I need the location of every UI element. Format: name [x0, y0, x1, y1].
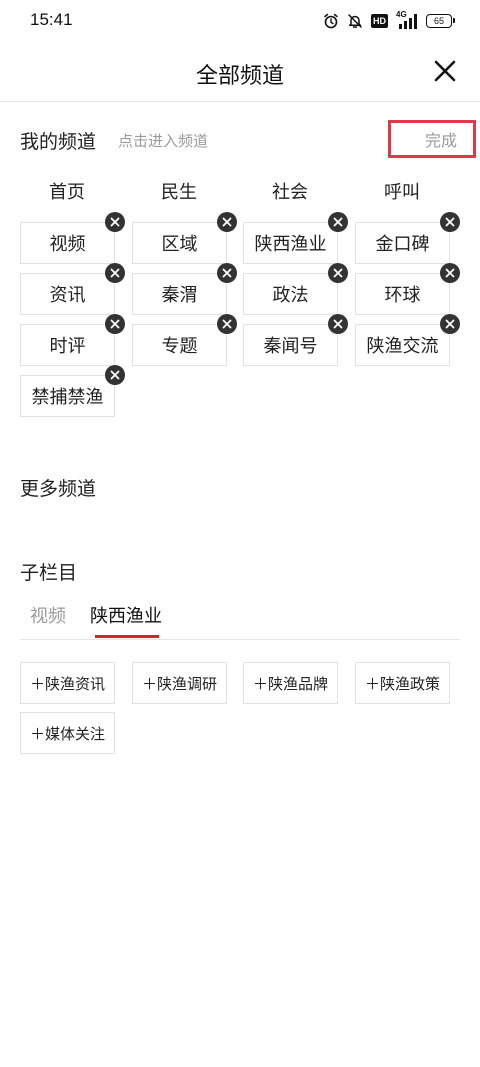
channel-chip[interactable]: 秦闻号: [243, 314, 348, 366]
channel-chip-label: 禁捕禁渔: [31, 387, 104, 408]
channel-chip-label: 资讯: [49, 285, 86, 306]
done-button-label: 完成: [424, 131, 457, 150]
add-sub-column-button[interactable]: ＋陕渔政策: [355, 662, 450, 704]
close-icon: [333, 268, 343, 278]
remove-channel-button[interactable]: [105, 365, 125, 385]
channel-chip[interactable]: 专题: [132, 314, 237, 366]
network-type-label: 4G: [396, 10, 407, 19]
close-icon: [110, 268, 120, 278]
remove-channel-button[interactable]: [105, 212, 125, 232]
channel-chip[interactable]: 金口碑: [355, 212, 460, 264]
status-icons: HD 4G 65: [323, 10, 455, 31]
channel-chip-label: 金口碑: [375, 234, 430, 255]
remove-channel-button[interactable]: [105, 314, 125, 334]
my-channels-hint: 点击进入频道: [118, 132, 209, 150]
close-icon: [333, 319, 343, 329]
fixed-channel-item[interactable]: 呼叫: [355, 178, 449, 204]
add-sub-column-button[interactable]: ＋媒体关注: [20, 712, 115, 754]
fixed-channels: 首页 民生 社会 呼叫: [20, 178, 460, 208]
status-time: 15:41: [30, 10, 73, 29]
remove-channel-button[interactable]: [217, 314, 237, 334]
channel-chip-label: 环球: [384, 285, 421, 306]
channel-chip-label: 秦闻号: [263, 336, 318, 357]
add-sub-column-button[interactable]: ＋陕渔调研: [132, 662, 227, 704]
channel-chip[interactable]: 秦渭: [132, 263, 237, 315]
done-button[interactable]: 完成: [388, 120, 476, 158]
close-icon: [110, 319, 120, 329]
close-icon: [434, 60, 456, 82]
tab-video[interactable]: 视频: [30, 602, 66, 628]
active-tab-indicator: [95, 635, 159, 638]
bell-mute-icon: [348, 14, 362, 28]
close-icon: [222, 319, 232, 329]
fixed-channel-item[interactable]: 首页: [20, 178, 114, 204]
channel-chip-label: 秦渭: [161, 285, 198, 306]
channel-chip[interactable]: 视频: [20, 212, 125, 264]
channel-chip[interactable]: 区域: [132, 212, 237, 264]
close-icon: [445, 268, 455, 278]
add-sub-column-button[interactable]: ＋陕渔资讯: [20, 662, 115, 704]
channel-chip-label: 视频: [49, 234, 86, 255]
battery-level: 65: [433, 16, 444, 26]
tab-shaanxi-fishery[interactable]: 陕西渔业: [90, 602, 162, 628]
close-icon: [110, 370, 120, 380]
close-icon: [445, 319, 455, 329]
close-icon: [222, 217, 232, 227]
battery-icon: 65: [426, 14, 455, 28]
fixed-channel-item[interactable]: 民生: [132, 178, 226, 204]
signal-icon: 4G: [396, 10, 418, 29]
close-icon: [222, 268, 232, 278]
remove-channel-button[interactable]: [440, 212, 460, 232]
channel-chip-label: 陕渔交流: [366, 336, 439, 357]
status-bar: 15:41 HD 4G 65: [0, 0, 480, 42]
channel-chip-label: 政法: [272, 285, 309, 306]
channel-chip[interactable]: 环球: [355, 263, 460, 315]
channel-chip[interactable]: 陕渔交流: [355, 314, 460, 366]
hd-badge: HD: [371, 14, 388, 28]
close-icon: [110, 217, 120, 227]
close-icon: [333, 217, 343, 227]
fixed-channel-item[interactable]: 社会: [243, 178, 337, 204]
channel-chip[interactable]: 资讯: [20, 263, 125, 315]
remove-channel-button[interactable]: [328, 263, 348, 283]
channel-chip[interactable]: 时评: [20, 314, 125, 366]
channel-chip-label: 陕西渔业: [254, 234, 327, 255]
remove-channel-button[interactable]: [440, 314, 460, 334]
more-channels-title: 更多频道: [20, 478, 97, 500]
channel-chip[interactable]: 禁捕禁渔: [20, 365, 125, 417]
close-icon: [445, 217, 455, 227]
remove-channel-button[interactable]: [105, 263, 125, 283]
channel-chip-label: 专题: [161, 336, 198, 357]
channel-chip[interactable]: 陕西渔业: [243, 212, 348, 264]
alarm-icon: [324, 13, 338, 29]
remove-channel-button[interactable]: [217, 263, 237, 283]
remove-channel-button[interactable]: [217, 212, 237, 232]
my-channels-title: 我的频道: [20, 131, 97, 153]
add-sub-column-button[interactable]: ＋陕渔品牌: [243, 662, 338, 704]
header: 全部频道: [0, 42, 480, 102]
sub-column-tabs: 视频 陕西渔业: [20, 598, 460, 640]
remove-channel-button[interactable]: [328, 212, 348, 232]
channel-chip-label: 时评: [49, 336, 86, 357]
page-title: 全部频道: [195, 64, 284, 89]
channel-chip-label: 区域: [161, 234, 198, 255]
remove-channel-button[interactable]: [440, 263, 460, 283]
close-button[interactable]: [428, 54, 462, 88]
sub-columns-title: 子栏目: [20, 562, 78, 584]
channel-chip[interactable]: 政法: [243, 263, 348, 315]
remove-channel-button[interactable]: [328, 314, 348, 334]
